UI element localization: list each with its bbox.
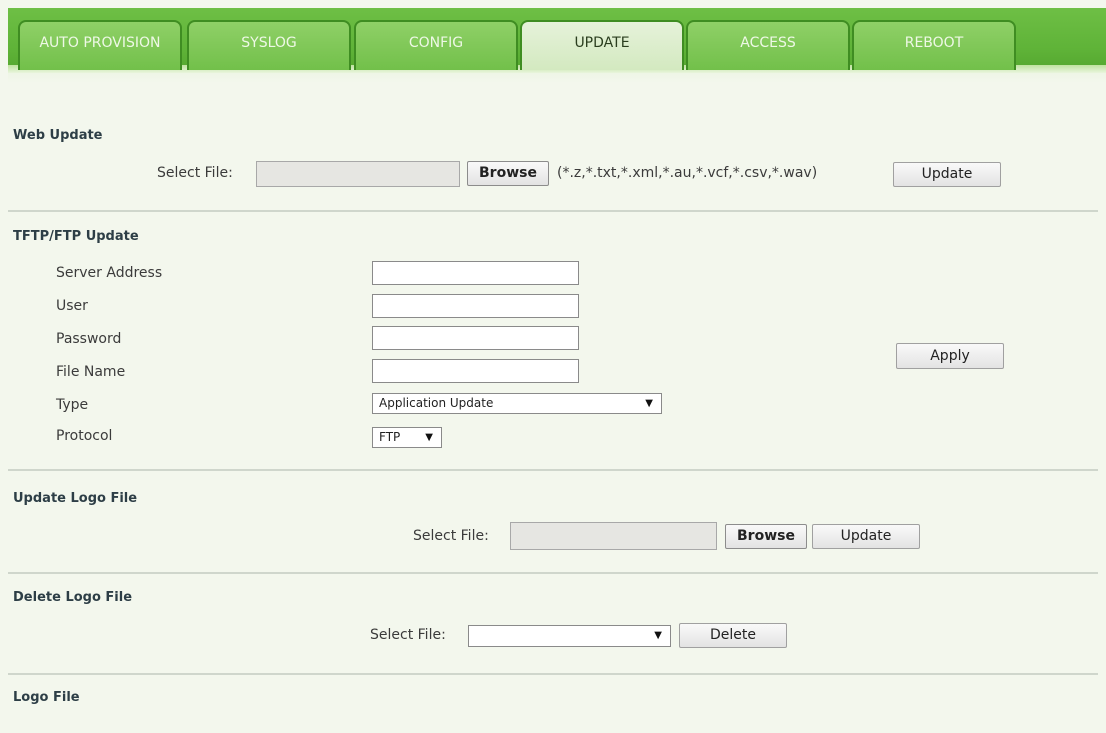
- delete-logo-select[interactable]: ▼: [468, 625, 671, 647]
- dropdown-arrow-icon: ▼: [645, 398, 653, 409]
- dropdown-arrow-icon: ▼: [654, 630, 662, 641]
- type-label: Type: [56, 397, 89, 413]
- tab-access[interactable]: ACCESS: [686, 20, 850, 70]
- web-update-extensions: (*.z,*.txt,*.xml,*.au,*.vcf,*.csv,*.wav): [557, 165, 818, 181]
- password-input[interactable]: [372, 326, 579, 350]
- logo-file-title: Logo File: [13, 690, 80, 705]
- delete-logo-select-file-label: Select File:: [370, 627, 446, 643]
- apply-button[interactable]: Apply: [896, 343, 1004, 369]
- tftp-update-title: TFTP/FTP Update: [13, 229, 139, 244]
- tab-auto-provision[interactable]: AUTO PROVISION: [18, 20, 182, 70]
- user-input[interactable]: [372, 294, 579, 318]
- delete-logo-button[interactable]: Delete: [679, 623, 787, 648]
- update-logo-button[interactable]: Update: [812, 524, 920, 549]
- update-logo-select-file-label: Select File:: [413, 528, 489, 544]
- delete-logo-title: Delete Logo File: [13, 590, 133, 605]
- type-select[interactable]: Application Update ▼: [372, 393, 662, 414]
- update-logo-file-input[interactable]: [510, 522, 717, 550]
- update-logo-browse-button[interactable]: Browse: [725, 524, 807, 549]
- web-update-button[interactable]: Update: [893, 162, 1001, 187]
- web-update-select-file-label: Select File:: [157, 165, 233, 181]
- divider: [8, 572, 1098, 574]
- divider: [8, 673, 1098, 675]
- web-update-browse-button[interactable]: Browse: [467, 161, 549, 186]
- tab-config[interactable]: CONFIG: [354, 20, 518, 70]
- divider: [8, 469, 1098, 471]
- tab-bar: AUTO PROVISION SYSLOG CONFIG UPDATE ACCE…: [8, 8, 1106, 83]
- protocol-select-value: FTP: [379, 430, 401, 444]
- dropdown-arrow-icon: ▼: [425, 432, 433, 443]
- web-update-file-input[interactable]: [256, 161, 460, 187]
- update-logo-title: Update Logo File: [13, 491, 138, 506]
- update-page: AUTO PROVISION SYSLOG CONFIG UPDATE ACCE…: [0, 0, 1106, 733]
- server-address-input[interactable]: [372, 261, 579, 285]
- file-name-label: File Name: [56, 364, 126, 380]
- tab-syslog[interactable]: SYSLOG: [187, 20, 351, 70]
- type-select-value: Application Update: [379, 396, 494, 410]
- protocol-select[interactable]: FTP ▼: [372, 427, 442, 448]
- protocol-label: Protocol: [56, 428, 113, 444]
- divider: [8, 210, 1098, 212]
- password-label: Password: [56, 331, 122, 347]
- file-name-input[interactable]: [372, 359, 579, 383]
- tab-bar-fade: [8, 73, 1106, 83]
- server-address-label: Server Address: [56, 265, 163, 281]
- web-update-title: Web Update: [13, 128, 103, 143]
- user-label: User: [56, 298, 88, 314]
- tab-reboot[interactable]: REBOOT: [852, 20, 1016, 70]
- tab-update[interactable]: UPDATE: [520, 20, 684, 70]
